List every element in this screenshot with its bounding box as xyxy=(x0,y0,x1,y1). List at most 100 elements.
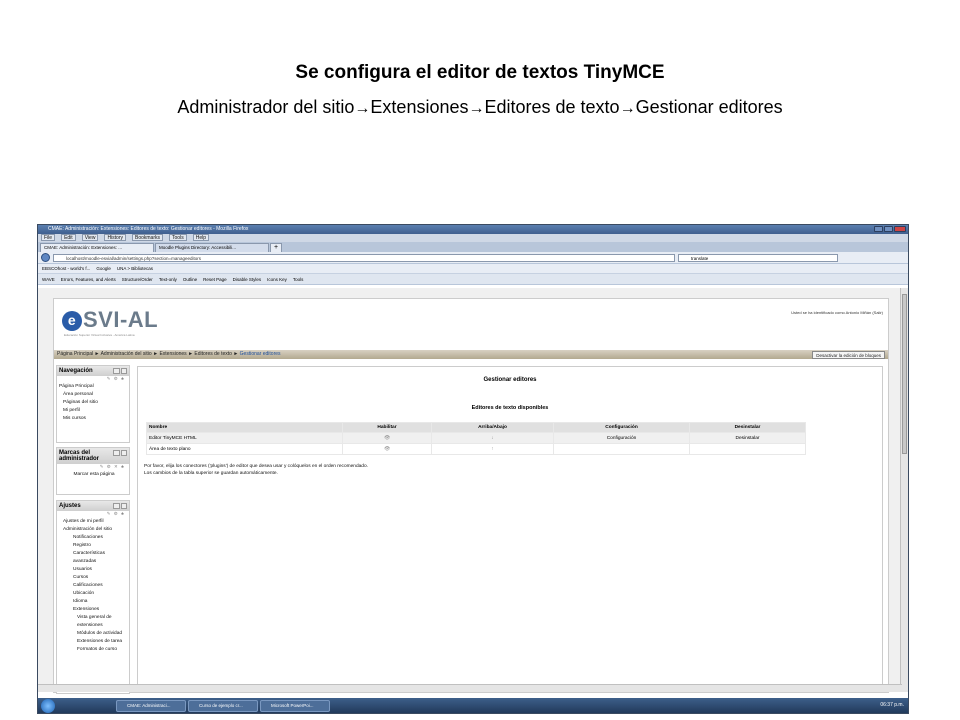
taskbar-item[interactable]: Curso de ejemplo cr... xyxy=(188,700,258,712)
table-row: Editor TinyMCE HTML 👁 ↓ Configuración De… xyxy=(146,432,806,444)
start-button[interactable] xyxy=(41,699,55,713)
block-header: Marcas del administrador xyxy=(57,448,129,464)
configuration-link[interactable]: Configuración xyxy=(553,432,690,444)
wave-text-only[interactable]: Text-only xyxy=(159,277,177,282)
settings-item[interactable]: Formatos de curso xyxy=(57,646,129,654)
block-tools[interactable]: ✎ ⚙ ✕ ♣ xyxy=(57,464,129,471)
menu-view[interactable]: View xyxy=(81,234,99,241)
mark-page-link[interactable]: Marcar esta página xyxy=(57,471,129,479)
hide-icon[interactable] xyxy=(120,368,127,374)
page-title: Gestionar editores xyxy=(483,377,537,383)
new-tab-button[interactable]: + xyxy=(270,243,282,252)
enable-eye-icon[interactable]: 👁 xyxy=(342,443,432,455)
uninstall-link[interactable]: Desinstalar xyxy=(689,432,806,444)
path-step: Editores de texto xyxy=(484,97,620,117)
window-title: CMAE: Administración: Extensiones: Edito… xyxy=(48,226,249,232)
settings-item[interactable]: Usuarios xyxy=(57,566,129,574)
path-step: Extensiones xyxy=(370,97,469,117)
url-input[interactable]: localhost/moodle-esvial/admin/settings.p… xyxy=(53,253,675,262)
moodle-page: e SVI-AL Educación Superior Virtual Inclu… xyxy=(53,298,889,694)
bookmark-google[interactable]: Google xyxy=(96,266,111,271)
settings-item[interactable]: Administración del sitio xyxy=(57,526,129,534)
nav-item[interactable]: Mi perfil xyxy=(57,407,129,415)
wave-outline[interactable]: Outline xyxy=(183,277,197,282)
dock-icon[interactable] xyxy=(113,368,120,374)
enable-eye-icon[interactable]: 👁 xyxy=(342,432,432,444)
settings-item[interactable]: Características avanzadas xyxy=(57,550,129,566)
toggle-blocks-editing-button[interactable]: Desactivar la edición de bloques xyxy=(812,351,885,359)
nav-item[interactable]: Área personal xyxy=(57,391,129,399)
maximize-button[interactable] xyxy=(884,226,893,232)
block-tools[interactable]: ✎ ⚙ ♣ xyxy=(57,511,129,518)
menu-history[interactable]: History xyxy=(104,234,126,241)
hide-icon[interactable] xyxy=(120,503,127,509)
windows-taskbar: CMAE: Administraci... Curso de ejemplo c… xyxy=(38,698,908,713)
arrow-icon: → xyxy=(619,100,636,117)
bookmark-ebsco[interactable]: EBSCOhost - world's f... xyxy=(42,266,90,271)
hide-icon[interactable] xyxy=(120,450,127,456)
dock-icon[interactable] xyxy=(113,450,120,456)
col-header: Arriba/Abajo xyxy=(431,422,554,433)
navigation-block: Navegación ✎ ⚙ ♣ Página Principal Área p… xyxy=(56,365,130,443)
menu-tools[interactable]: Tools xyxy=(169,234,187,241)
settings-item[interactable]: Ajustes de mi perfil xyxy=(57,518,129,526)
wave-menu[interactable]: WAVE xyxy=(42,277,55,282)
nav-item[interactable]: Páginas del sitio xyxy=(57,399,129,407)
close-button[interactable] xyxy=(894,226,906,232)
dock-icon[interactable] xyxy=(113,503,120,509)
nav-item[interactable]: Página Principal xyxy=(57,383,129,391)
site-logo: e SVI-AL xyxy=(62,307,158,333)
settings-item[interactable]: Calificaciones xyxy=(57,582,129,590)
slide-title: Se configura el editor de textos TinyMCE xyxy=(295,62,665,83)
settings-item[interactable]: Registro xyxy=(57,542,129,550)
wave-tools[interactable]: Tools xyxy=(293,277,304,282)
logo-e-icon: e xyxy=(62,311,82,332)
menu-bookmarks[interactable]: Bookmarks xyxy=(132,234,164,241)
col-header: Habilitar xyxy=(342,422,432,433)
page-viewport: e SVI-AL Educación Superior Virtual Inclu… xyxy=(38,288,902,694)
user-info[interactable]: Usted se ha identificado como Antonio Mi… xyxy=(791,310,883,315)
table-header: Nombre Habilitar Arriba/Abajo Configurac… xyxy=(146,422,806,433)
menu-edit[interactable]: Edit xyxy=(61,234,76,241)
move-down-icon[interactable]: ↓ xyxy=(431,432,554,444)
settings-item[interactable]: Extensiones de tarea xyxy=(57,638,129,646)
wave-reset[interactable]: Reset Page xyxy=(203,277,227,282)
settings-item[interactable]: Vista general de extensiones xyxy=(57,614,129,630)
menu-file[interactable]: File xyxy=(41,234,56,241)
taskbar-item[interactable]: CMAE: Administraci... xyxy=(116,700,186,712)
vertical-scrollbar[interactable] xyxy=(900,288,908,692)
settings-item[interactable]: Notificaciones xyxy=(57,534,129,542)
search-input[interactable]: translate xyxy=(678,253,838,262)
nav-item[interactable]: Mis cursos xyxy=(57,415,129,423)
settings-item[interactable]: Idioma xyxy=(57,598,129,606)
back-button[interactable] xyxy=(41,253,50,262)
settings-item[interactable]: Extensiones xyxy=(57,606,129,614)
tab-strip: CMAE: Administración: Extensiones: ... M… xyxy=(38,242,908,252)
bookmark-una[interactable]: UNA > Bibliotecas xyxy=(117,266,153,271)
taskbar-item[interactable]: Microsoft PowerPoi... xyxy=(260,700,330,712)
block-header: Navegación xyxy=(57,366,129,376)
slide-subtitle: Administrador del sitio→Extensiones→Edit… xyxy=(0,97,960,118)
col-header: Desinstalar xyxy=(689,422,806,433)
note-line: Por favor, elija los conectores ('plugin… xyxy=(144,464,368,469)
wave-structure[interactable]: Structure/Order xyxy=(122,277,153,282)
wave-errors[interactable]: Errors, Features, and Alerts xyxy=(61,277,116,282)
tab-cmae[interactable]: CMAE: Administración: Extensiones: ... xyxy=(40,243,154,252)
menu-help[interactable]: Help xyxy=(192,234,209,241)
breadcrumb-path[interactable]: Página Principal ► Administración del si… xyxy=(57,351,240,357)
wave-icons-key[interactable]: Icons Key xyxy=(267,277,287,282)
minimize-button[interactable] xyxy=(874,226,883,232)
move-up-icon[interactable]: ↑ xyxy=(431,443,554,455)
block-tools[interactable]: ✎ ⚙ ♣ xyxy=(57,376,129,383)
window-titlebar: CMAE: Administración: Extensiones: Edito… xyxy=(38,225,908,234)
horizontal-scrollbar[interactable] xyxy=(38,684,902,692)
scroll-thumb[interactable] xyxy=(902,294,907,454)
settings-item[interactable]: Módulos de actividad xyxy=(57,630,129,638)
browser-screenshot: CMAE: Administración: Extensiones: Edito… xyxy=(37,224,909,714)
settings-item[interactable]: Cursos xyxy=(57,574,129,582)
path-step: Administrador del sitio xyxy=(177,97,355,117)
tab-moodle-plugins[interactable]: Moodle Plugins Directory: Accessibili... xyxy=(155,243,269,252)
settings-item[interactable]: Ubicación xyxy=(57,590,129,598)
wave-disable-styles[interactable]: Disable Styles xyxy=(233,277,262,282)
path-step: Gestionar editores xyxy=(635,97,783,117)
